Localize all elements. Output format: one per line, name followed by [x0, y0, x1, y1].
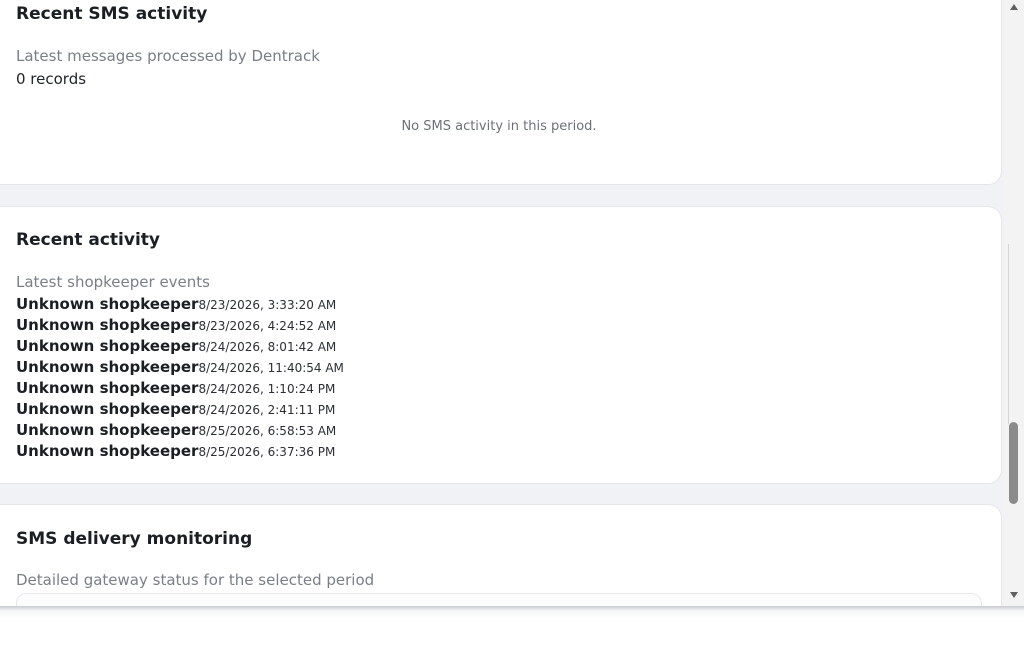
activity-timestamp: 8/23/2026, 4:24:52 AM — [198, 319, 337, 333]
activity-row: Unknown shopkeeper 8/24/2026, 8:01:42 AM — [16, 337, 344, 358]
activity-shopkeeper-name: Unknown shopkeeper — [16, 421, 199, 439]
recent-activity-card: Recent activity Latest shopkeeper events… — [0, 206, 1002, 484]
page-viewport: Recent SMS activity Latest messages proc… — [0, 0, 1024, 606]
gateway-status-panel — [16, 593, 982, 606]
activity-row: Unknown shopkeeper 8/23/2026, 3:33:20 AM — [16, 295, 344, 316]
scroll-track — [1008, 244, 1009, 424]
activity-row: Unknown shopkeeper 8/25/2026, 6:37:36 PM — [16, 442, 344, 463]
activity-shopkeeper-name: Unknown shopkeeper — [16, 295, 199, 313]
activity-row: Unknown shopkeeper 8/25/2026, 6:58:53 AM — [16, 421, 344, 442]
sms-delivery-title: SMS delivery monitoring — [16, 529, 253, 549]
sms-activity-subtitle: Latest messages processed by Dentrack — [16, 47, 320, 65]
activity-shopkeeper-name: Unknown shopkeeper — [16, 442, 199, 460]
recent-activity-title: Recent activity — [16, 230, 160, 250]
activity-shopkeeper-name: Unknown shopkeeper — [16, 316, 199, 334]
sms-records-count: 0 records — [16, 70, 87, 88]
scroll-down-icon[interactable] — [1004, 588, 1024, 602]
activity-row: Unknown shopkeeper 8/24/2026, 2:41:11 PM — [16, 400, 344, 421]
scroll-up-icon[interactable] — [1004, 0, 1024, 14]
activity-timestamp: 8/24/2026, 8:01:42 AM — [198, 340, 337, 354]
activity-shopkeeper-name: Unknown shopkeeper — [16, 379, 199, 397]
activity-timestamp: 8/25/2026, 6:37:36 PM — [198, 445, 336, 459]
recent-activity-subtitle: Latest shopkeeper events — [16, 273, 210, 291]
activity-shopkeeper-name: Unknown shopkeeper — [16, 400, 199, 418]
sms-delivery-card: SMS delivery monitoring Detailed gateway… — [0, 504, 1002, 606]
activity-row: Unknown shopkeeper 8/24/2026, 1:10:24 PM — [16, 379, 344, 400]
vertical-scrollbar[interactable] — [1004, 0, 1024, 606]
activity-timestamp: 8/23/2026, 3:33:20 AM — [198, 298, 337, 312]
activity-shopkeeper-name: Unknown shopkeeper — [16, 337, 199, 355]
sms-activity-card: Recent SMS activity Latest messages proc… — [0, 0, 1002, 185]
activity-timestamp: 8/24/2026, 1:10:24 PM — [198, 382, 336, 396]
sms-empty-message: No SMS activity in this period. — [401, 119, 597, 134]
activity-row: Unknown shopkeeper 8/24/2026, 11:40:54 AM — [16, 358, 344, 379]
activity-list: Unknown shopkeeper 8/23/2026, 3:33:20 AM U… — [16, 295, 344, 463]
activity-timestamp: 8/25/2026, 6:58:53 AM — [198, 424, 337, 438]
scroll-thumb[interactable] — [1009, 422, 1018, 504]
sms-delivery-subtitle: Detailed gateway status for the selected… — [16, 571, 375, 589]
activity-shopkeeper-name: Unknown shopkeeper — [16, 358, 199, 376]
activity-timestamp: 8/24/2026, 2:41:11 PM — [198, 403, 336, 417]
sms-activity-title: Recent SMS activity — [16, 4, 208, 24]
activity-row: Unknown shopkeeper 8/23/2026, 4:24:52 AM — [16, 316, 344, 337]
activity-timestamp: 8/24/2026, 11:40:54 AM — [198, 361, 344, 375]
window-bottom-edge — [0, 606, 1024, 618]
